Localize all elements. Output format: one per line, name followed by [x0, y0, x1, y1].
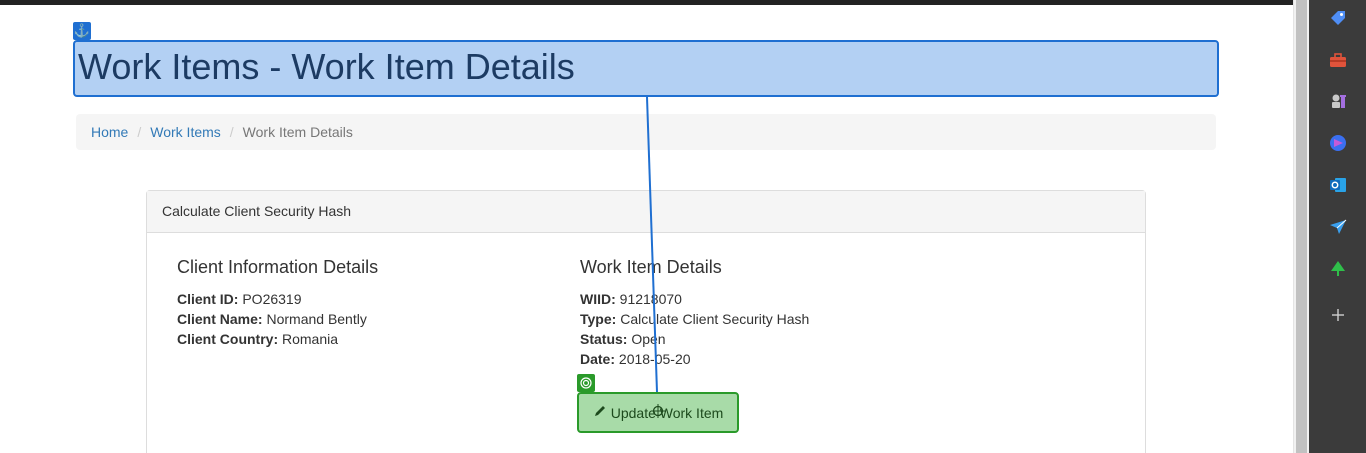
field-label: Client ID:	[177, 291, 239, 307]
field-label: Date:	[580, 351, 616, 367]
page-scrollbar[interactable]	[1293, 0, 1309, 453]
type-value: Calculate Client Security Hash	[620, 311, 810, 327]
field-label: Type:	[580, 311, 617, 327]
scrollbar-thumb[interactable]	[1296, 0, 1307, 453]
panel-heading: Calculate Client Security Hash	[147, 191, 1145, 233]
client-country-row: Client Country: Romania	[177, 329, 378, 349]
client-name-value: Normand Bently	[266, 311, 367, 327]
page-title: Work Items - Work Item Details	[78, 46, 575, 87]
client-name-row: Client Name: Normand Bently	[177, 309, 378, 329]
field-label: WIID:	[580, 291, 616, 307]
field-label: Client Country:	[177, 331, 279, 347]
tag-icon[interactable]	[1323, 3, 1353, 33]
type-row: Type: Calculate Client Security Hash	[580, 309, 809, 329]
client-id-row: Client ID: PO26319	[177, 289, 378, 309]
breadcrumb-separator: /	[137, 124, 142, 140]
breadcrumb-home-link[interactable]: Home	[91, 124, 128, 140]
update-button-label: Update Work Item	[610, 404, 724, 421]
send-icon[interactable]	[1323, 212, 1353, 242]
wiid-value: 91218070	[619, 291, 682, 307]
page-title-highlight: Work Items - Work Item Details	[73, 40, 1219, 97]
status-row: Status: Open	[580, 329, 809, 349]
update-work-item-button[interactable]: Update Work Item	[577, 392, 739, 433]
breadcrumb: Home / Work Items / Work Item Details	[76, 114, 1216, 150]
wiid-row: WIID: 91218070	[580, 289, 809, 309]
outlook-icon[interactable]	[1323, 170, 1353, 200]
toolbox-icon[interactable]	[1323, 45, 1353, 75]
work-item-section: Work Item Details WIID: 91218070 Type: C…	[580, 257, 809, 369]
client-id-value: PO26319	[242, 291, 302, 307]
date-row: Date: 2018-05-20	[580, 349, 809, 369]
browser-sidebar	[1309, 0, 1366, 453]
anchor-icon: ⚓	[73, 22, 91, 40]
work-item-title: Work Item Details	[580, 257, 722, 277]
breadcrumb-current: Work Item Details	[242, 124, 353, 140]
date-value: 2018-05-20	[618, 351, 691, 367]
client-country-value: Romania	[282, 331, 339, 347]
copilot-icon[interactable]	[1323, 128, 1353, 158]
client-info-section: Client Information Details Client ID: PO…	[177, 257, 378, 349]
top-dark-bar	[0, 0, 1293, 5]
chess-icon[interactable]	[1323, 86, 1353, 116]
breadcrumb-work-items-link[interactable]: Work Items	[150, 124, 221, 140]
pencil-icon	[593, 404, 607, 421]
status-value: Open	[631, 331, 666, 347]
add-icon[interactable]	[1323, 300, 1353, 330]
client-info-title: Client Information Details	[177, 257, 379, 277]
field-label: Client Name:	[177, 311, 263, 327]
target-icon	[577, 374, 595, 392]
breadcrumb-separator: /	[229, 124, 234, 140]
field-label: Status:	[580, 331, 628, 347]
tree-icon[interactable]	[1323, 254, 1353, 284]
